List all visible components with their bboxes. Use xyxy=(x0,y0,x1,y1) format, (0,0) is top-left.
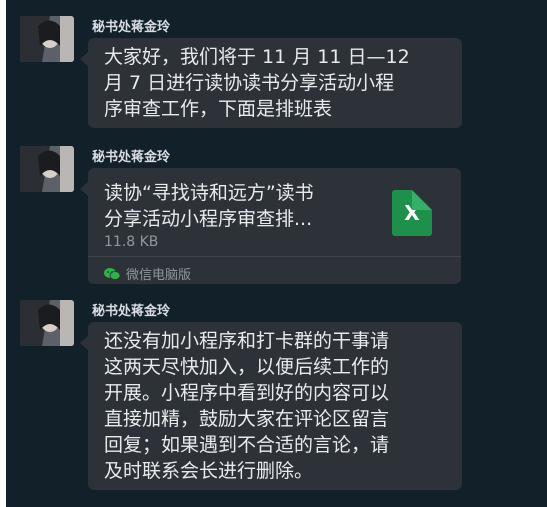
message-line: 月 7 日进行读协读书分享活动小程 xyxy=(104,72,395,94)
message-source: 微信电脑版 xyxy=(104,264,191,283)
message-line: 直接加精，鼓励大家在评论区留言 xyxy=(104,408,390,430)
message-bubble[interactable]: 还没有加小程序和打卡群的干事请 这两天尽快加入，以便后续工作的 开展。小程序中看… xyxy=(80,322,462,490)
sender-name: 秘书处蒋金玲 xyxy=(92,150,171,165)
file-name-line: 分享活动小程序审查排... xyxy=(104,208,313,230)
message-bubble[interactable]: 大家好，我们将于 11 月 11 日—12 月 7 日进行读协读书分享活动小程 … xyxy=(80,38,462,128)
message-line: 这两天尽快加入，以便后续工作的 xyxy=(104,356,390,378)
avatar[interactable] xyxy=(20,300,74,346)
source-label: 微信电脑版 xyxy=(126,268,192,283)
avatar[interactable] xyxy=(20,16,74,62)
divider xyxy=(88,256,461,257)
message-line: 还没有加小程序和打卡群的干事请 xyxy=(104,330,390,352)
file-name: 读协“寻找诗和远方”读书 分享活动小程序审查排... xyxy=(104,180,314,232)
message-line: 回复；如果遇到不合适的言论，请 xyxy=(104,434,390,456)
file-message-card[interactable]: 读协“寻找诗和远方”读书 分享活动小程序审查排... 11.8 KB X 微信电… xyxy=(80,168,461,284)
wechat-icon xyxy=(104,267,120,280)
sender-name: 秘书处蒋金玲 xyxy=(92,20,171,35)
file-name-line: 读协“寻找诗和远方”读书 xyxy=(104,182,314,204)
avatar[interactable] xyxy=(20,146,74,192)
message-line: 序审查工作，下面是排班表 xyxy=(104,98,333,120)
file-size: 11.8 KB xyxy=(104,234,159,250)
message-line: 大家好，我们将于 11 月 11 日—12 xyxy=(104,46,410,68)
excel-file-icon: X xyxy=(392,190,432,236)
chat-screen: 秘书处蒋金玲 大家好，我们将于 11 月 11 日—12 月 7 日进行读协读书… xyxy=(6,0,547,507)
sender-name: 秘书处蒋金玲 xyxy=(92,304,171,319)
message-line: 及时联系会长进行删除。 xyxy=(104,460,314,482)
message-line: 开展。小程序中看到好的内容可以 xyxy=(104,382,390,404)
